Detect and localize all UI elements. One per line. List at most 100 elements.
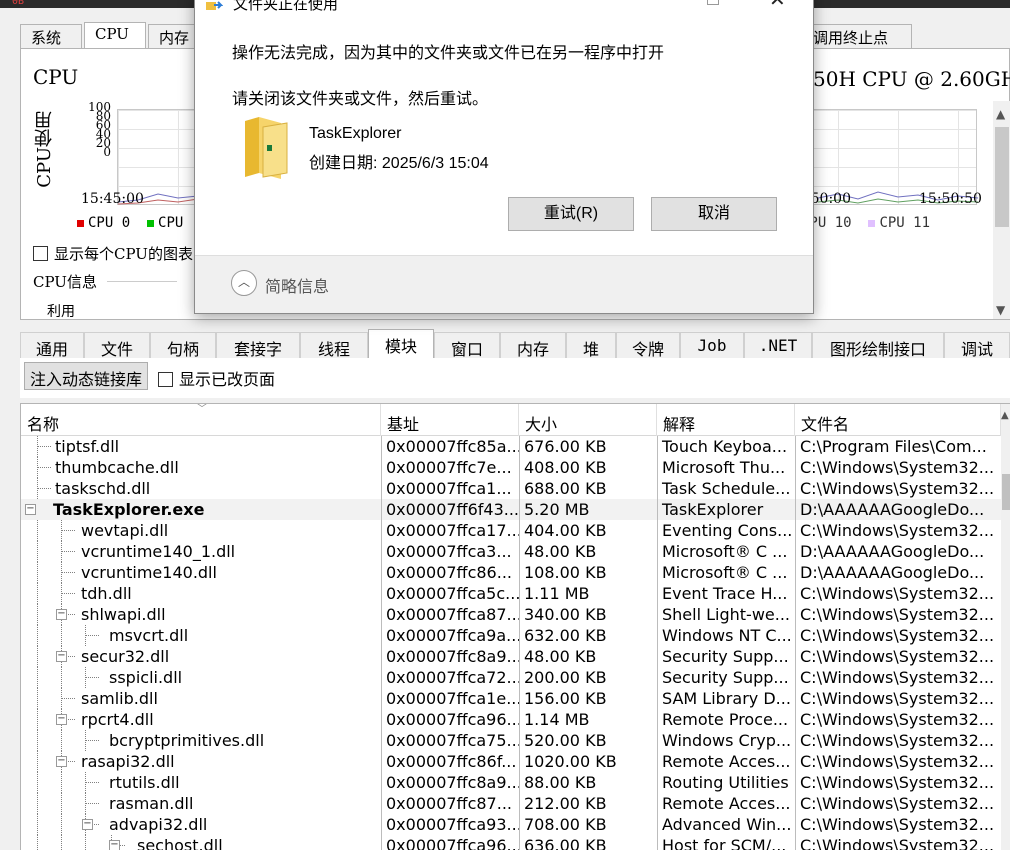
cell-size: 200.00 KB bbox=[519, 667, 657, 688]
tab-debug[interactable]: 调试 bbox=[944, 332, 1010, 359]
table-row[interactable]: thumbcache.dll 0x00007ffc7e... 408.00 KB Mi… bbox=[21, 457, 1001, 478]
tab-sockets[interactable]: 套接字 bbox=[216, 332, 300, 359]
tab-handles[interactable]: 句柄 bbox=[150, 332, 216, 359]
table-row[interactable]: − rpcrt4.dll 0x00007ffca96... 1.14 MB Remote… bbox=[21, 709, 1001, 730]
table-row[interactable]: − advapi32.dll 0x00007ffca93... 708.00 KB Ad… bbox=[21, 814, 1001, 835]
less-info-link[interactable]: 简略信息 bbox=[265, 273, 329, 297]
cell-base: 0x00007ffca87... bbox=[381, 604, 519, 625]
collapse-chevron-icon[interactable]: ︿ bbox=[231, 270, 257, 296]
tab-threads[interactable]: 线程 bbox=[300, 332, 368, 359]
table-row[interactable]: − sechost.dll 0x00007ffca96... 636.00 KB Hos… bbox=[21, 835, 1001, 850]
module-name: vcruntime140_1.dll bbox=[81, 542, 236, 561]
table-header: ﹀ 名称 基址 大小 解释 文件名 bbox=[21, 404, 1001, 436]
scroll-thumb[interactable] bbox=[995, 127, 1009, 227]
cell-size: 1020.00 KB bbox=[519, 751, 657, 772]
table-row[interactable]: − shlwapi.dll 0x00007ffca87... 340.00 KB She… bbox=[21, 604, 1001, 625]
cell-base: 0x00007ffc8a9... bbox=[381, 772, 519, 793]
show-per-cpu-checkbox[interactable]: 显示每个CPU的图表 bbox=[33, 243, 193, 264]
table-row[interactable]: rasman.dll 0x00007ffc87... 212.00 KB Remote… bbox=[21, 793, 1001, 814]
tree-collapse-icon[interactable]: − bbox=[25, 504, 36, 515]
table-row[interactable]: taskschd.dll 0x00007ffca1... 688.00 KB Task… bbox=[21, 478, 1001, 499]
maximize-icon[interactable] bbox=[707, 0, 719, 5]
cell-description: Remote Acces... bbox=[657, 751, 795, 772]
tree-guide bbox=[37, 751, 38, 772]
column-header-name[interactable]: 名称 bbox=[21, 404, 381, 436]
tab-cpu[interactable]: CPU bbox=[84, 22, 146, 48]
cell-size: 520.00 KB bbox=[519, 730, 657, 751]
cell-filename: C:\Windows\System32... bbox=[795, 520, 1001, 541]
tab-gdi[interactable]: 图形绘制接口 bbox=[812, 332, 944, 359]
tab-heap[interactable]: 堆 bbox=[566, 332, 616, 359]
table-row[interactable]: samlib.dll 0x00007ffca1e... 156.00 KB SAM L… bbox=[21, 688, 1001, 709]
tree-guide bbox=[37, 772, 38, 793]
table-row[interactable]: wevtapi.dll 0x00007ffca17... 404.00 KB Even… bbox=[21, 520, 1001, 541]
cell-name: − rpcrt4.dll bbox=[21, 709, 381, 730]
cpu-panel-scrollbar[interactable]: ▲ ▼ bbox=[993, 101, 1010, 319]
tree-branch bbox=[85, 635, 99, 636]
cell-filename: C:\Windows\System32... bbox=[795, 814, 1001, 835]
tree-collapse-icon[interactable]: − bbox=[109, 840, 120, 850]
tab-files[interactable]: 文件 bbox=[84, 332, 150, 359]
tab-windows[interactable]: 窗口 bbox=[434, 332, 500, 359]
cancel-button[interactable]: 取消 bbox=[651, 197, 777, 231]
tab-token[interactable]: 令牌 bbox=[616, 332, 680, 359]
tree-branch bbox=[37, 446, 51, 447]
scroll-up-icon[interactable]: ▲ bbox=[996, 107, 1005, 121]
tree-collapse-icon[interactable]: − bbox=[56, 609, 67, 620]
retry-button[interactable]: 重试(R) bbox=[508, 197, 634, 231]
cell-size: 708.00 KB bbox=[519, 814, 657, 835]
cell-filename: C:\Windows\System32... bbox=[795, 583, 1001, 604]
cell-name: − secur32.dll bbox=[21, 646, 381, 667]
table-row[interactable]: msvcrt.dll 0x00007ffca9a... 632.00 KB Windo… bbox=[21, 625, 1001, 646]
tab-dotnet[interactable]: .NET bbox=[744, 332, 812, 358]
table-row[interactable]: bcryptprimitives.dll 0x00007ffca75... 520.… bbox=[21, 730, 1001, 751]
scroll-thumb[interactable] bbox=[1002, 474, 1010, 510]
tree-guide bbox=[37, 520, 38, 541]
modules-table: ﹀ 名称 基址 大小 解释 文件名 tiptsf.dll 0x00007ffc85… bbox=[20, 403, 1010, 850]
module-name: sechost.dll bbox=[137, 836, 223, 850]
tree-guide bbox=[61, 814, 62, 835]
checkbox-box[interactable] bbox=[158, 372, 173, 387]
cell-size: 1.11 MB bbox=[519, 583, 657, 604]
cell-description: SAM Library D... bbox=[657, 688, 795, 709]
cell-description: Security Supp... bbox=[657, 667, 795, 688]
scroll-down-icon[interactable]: ▼ bbox=[996, 303, 1005, 317]
tab-call-endpoint[interactable]: 调用终止点 bbox=[802, 24, 912, 48]
tree-collapse-icon[interactable]: − bbox=[56, 714, 67, 725]
show-changed-pages-checkbox[interactable]: 显示已改页面 bbox=[158, 366, 275, 390]
tree-branch bbox=[37, 488, 51, 489]
scroll-up-icon[interactable]: ▲ bbox=[1001, 410, 1009, 421]
table-scrollbar[interactable]: ▲ bbox=[1001, 404, 1010, 850]
tree-collapse-icon[interactable]: − bbox=[56, 756, 67, 767]
cell-filename: D:\AAAAAAGoogleDo... bbox=[795, 541, 1001, 562]
column-header-filename[interactable]: 文件名 bbox=[795, 404, 1001, 436]
tab-job[interactable]: Job bbox=[680, 332, 744, 358]
tree-collapse-icon[interactable]: − bbox=[56, 651, 67, 662]
tab-general[interactable]: 通用 bbox=[20, 332, 84, 359]
table-row[interactable]: sspicli.dll 0x00007ffca72... 200.00 KB Secu… bbox=[21, 667, 1001, 688]
tab-system[interactable]: 系统 bbox=[20, 24, 82, 48]
tree-collapse-icon[interactable]: − bbox=[82, 819, 93, 830]
tree-guide bbox=[37, 646, 38, 667]
column-header-size[interactable]: 大小 bbox=[519, 404, 657, 436]
checkbox-box[interactable] bbox=[33, 246, 48, 261]
cell-name: − TaskExplorer.exe bbox=[21, 499, 381, 520]
tab-modules[interactable]: 模块 bbox=[368, 329, 434, 358]
column-header-description[interactable]: 解释 bbox=[657, 404, 795, 436]
table-row[interactable]: vcruntime140.dll 0x00007ffc86... 108.00 KB… bbox=[21, 562, 1001, 583]
tree-branch bbox=[61, 698, 75, 699]
tab-memory-detail[interactable]: 内存 bbox=[500, 332, 566, 359]
table-row[interactable]: − secur32.dll 0x00007ffc8a9... 48.00 KB Secu… bbox=[21, 646, 1001, 667]
table-row[interactable]: tiptsf.dll 0x00007ffc85a... 676.00 KB Touch… bbox=[21, 436, 1001, 457]
table-row[interactable]: − rasapi32.dll 0x00007ffc86f... 1020.00 KB R… bbox=[21, 751, 1001, 772]
cell-size: 5.20 MB bbox=[519, 499, 657, 520]
table-row[interactable]: tdh.dll 0x00007ffca5c... 1.11 MB Event Trac… bbox=[21, 583, 1001, 604]
column-header-base[interactable]: 基址 bbox=[381, 404, 519, 436]
cell-filename: C:\Windows\System32... bbox=[795, 793, 1001, 814]
inject-dll-button[interactable]: 注入动态链接库 bbox=[24, 362, 149, 390]
close-icon[interactable]: ✕ bbox=[769, 0, 786, 12]
cell-size: 48.00 KB bbox=[519, 646, 657, 667]
table-row[interactable]: vcruntime140_1.dll 0x00007ffca3... 48.00 K… bbox=[21, 541, 1001, 562]
table-row[interactable]: − TaskExplorer.exe 0x00007ff6f43... 5.20 MB… bbox=[21, 499, 1001, 520]
table-row[interactable]: rtutils.dll 0x00007ffc8a9... 88.00 KB Routi… bbox=[21, 772, 1001, 793]
